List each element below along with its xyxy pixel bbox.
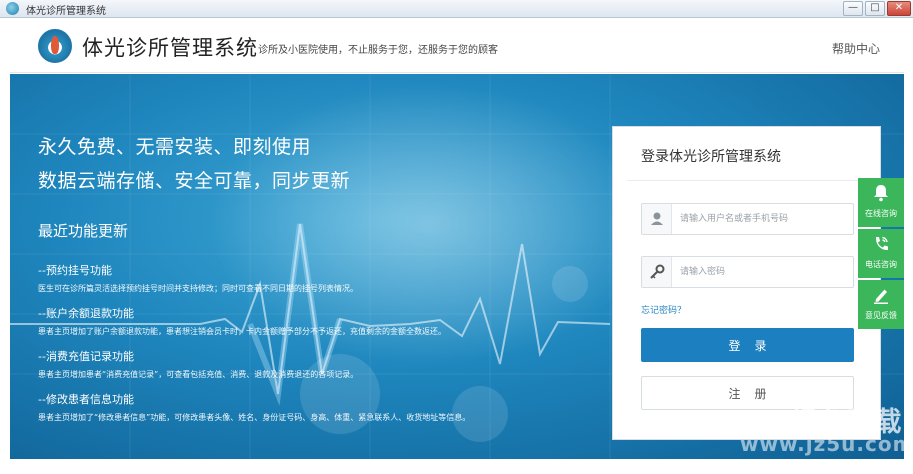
feedback-button[interactable]: 意见反馈 [858,280,904,329]
phone-consult-label: 电话咨询 [865,260,897,269]
update-item-desc: 患者主页增加了“修改患者信息”功能，可修改患者头像、姓名、身份证号码、身高、体重… [38,413,471,422]
side-service-bar: 在线咨询 电话咨询 意见反馈 [858,178,904,331]
user-icon [642,204,672,234]
watermark-url: www.jz5u.com [740,432,913,456]
update-item-title: --账户余额退款功能 [38,307,134,320]
online-consult-button[interactable]: 在线咨询 [858,178,904,227]
updates-title: 最近功能更新 [38,222,129,240]
close-button[interactable]: ✕ [887,1,911,16]
minimize-button[interactable]: — [843,1,863,16]
login-panel: 登录体光诊所管理系统 忘记密码？ 登录 注册 [612,126,881,440]
window-title: 体光诊所管理系统 [26,6,106,17]
username-input[interactable] [680,210,850,228]
update-item-desc: 患者主页增加了账户余额退款功能，患者想注销会员卡时，卡内金额赠予部分不予返还，充… [38,327,446,336]
update-item-records: --消费充值记录功能 患者主页增加患者“消费充值记录”，可查看包括充值、消费、退… [38,348,358,380]
password-input[interactable] [680,263,850,281]
window-titlebar: 体光诊所管理系统 — □ ✕ [0,0,913,18]
login-button[interactable]: 登录 [641,328,854,362]
app-icon [6,2,19,15]
login-title: 登录体光诊所管理系统 [641,149,781,165]
update-item-edit-patient: --修改患者信息功能 患者主页增加了“修改患者信息”功能，可修改患者头像、姓名、… [38,391,470,423]
online-consult-label: 在线咨询 [865,209,897,218]
brand-title: 体光诊所管理系统 [82,36,258,60]
update-item-desc: 医生可在诊所篇灵活选择预约挂号时间并支持修改；同时可查看不同日期的挂号列表情况。 [38,284,358,293]
site-watermark: JZ5U绿色下载 www.jz5u.com [716,400,913,458]
login-divider [627,180,868,181]
pencil-icon [873,286,889,304]
phone-consult-button[interactable]: 电话咨询 [858,229,904,278]
update-item-refund: --账户余额退款功能 患者主页增加了账户余额退款功能，患者想注销会员卡时，卡内金… [38,305,446,337]
update-item-title: --修改患者信息功能 [38,393,134,406]
maximize-button[interactable]: □ [865,1,885,16]
password-field[interactable] [641,256,854,288]
update-item-appointment: --预约挂号功能 医生可在诊所篇灵活选择预约挂号时间并支持修改；同时可查看不同日… [38,262,358,294]
bell-icon [873,184,889,202]
help-center-link[interactable]: 帮助中心 [832,40,880,57]
app-header: 体光诊所管理系统 诊所及小医院使用，不止服务于您，还服务于您的顾客 帮助中心 [10,18,904,73]
phone-icon [873,235,889,253]
clinic-logo [38,29,72,63]
headline-free: 永久免费、无需安装、即刻使用 [38,136,312,158]
update-item-title: --预约挂号功能 [38,264,112,277]
forgot-password-link[interactable]: 忘记密码？ [641,303,686,316]
headline-cloud: 数据云端存储、安全可靠，同步更新 [38,170,351,192]
update-item-desc: 患者主页增加患者“消费充值记录”，可查看包括充值、消费、退款及消费退还的各项记录… [38,370,359,379]
username-field[interactable] [641,203,854,235]
brand-slogan: 诊所及小医院使用，不止服务于您，还服务于您的顾客 [258,45,498,56]
key-icon [642,257,672,287]
window-bottom-margin [10,459,904,474]
update-item-title: --消费充值记录功能 [38,350,134,363]
feedback-label: 意见反馈 [865,311,897,320]
